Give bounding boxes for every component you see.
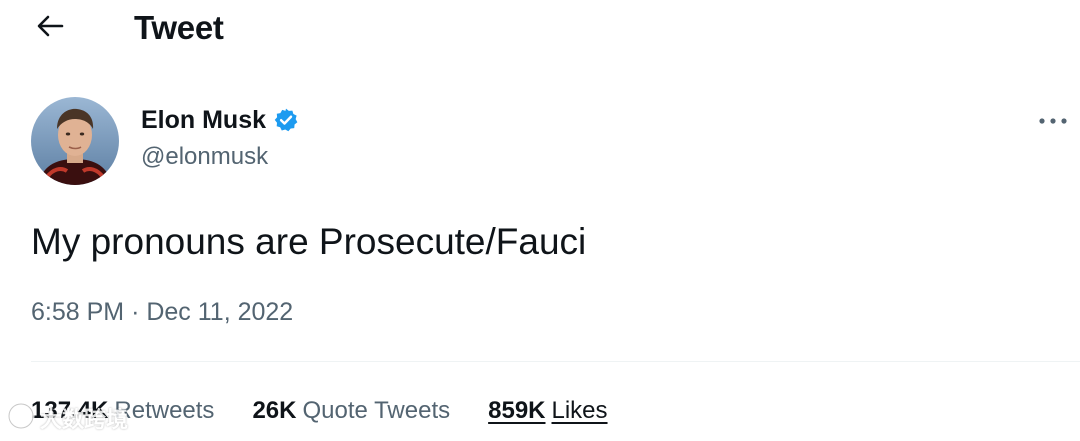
stats-divider — [31, 361, 1080, 362]
tweet-header: Tweet — [0, 0, 1080, 56]
more-horizontal-icon — [1038, 112, 1068, 130]
more-options-button[interactable] — [1030, 104, 1076, 138]
author-name-row: Elon Musk — [141, 102, 299, 138]
quote-tweets-stat[interactable]: 26K Quote Tweets — [252, 393, 450, 429]
author-display-name[interactable]: Elon Musk — [141, 102, 266, 138]
timestamp-separator: · — [131, 298, 140, 326]
quote-tweets-label: Quote Tweets — [302, 397, 451, 424]
quote-tweets-count: 26K — [252, 397, 297, 424]
author-handle[interactable]: @elonmusk — [141, 140, 268, 174]
likes-count: 859K — [488, 397, 546, 424]
avatar[interactable] — [31, 97, 119, 185]
likes-label: Likes — [551, 397, 608, 424]
watermark: 大数跨境 — [6, 400, 128, 436]
tweet-text: My pronouns are Prosecute/Fauci — [31, 221, 587, 262]
back-button[interactable] — [30, 8, 70, 48]
page-title: Tweet — [134, 9, 224, 46]
tweet-timestamp: 6:58 PM · Dec 11, 2022 — [31, 294, 293, 330]
verified-badge-icon — [273, 107, 299, 133]
watermark-text: 大数跨境 — [40, 408, 129, 433]
arrow-left-icon — [36, 14, 64, 43]
likes-stat[interactable]: 859K Likes — [488, 393, 607, 429]
tweet-time[interactable]: 6:58 PM — [31, 298, 124, 326]
retweets-label: Retweets — [114, 397, 215, 424]
watermark-logo-icon — [6, 401, 36, 436]
tweet-date[interactable]: Dec 11, 2022 — [146, 298, 293, 326]
